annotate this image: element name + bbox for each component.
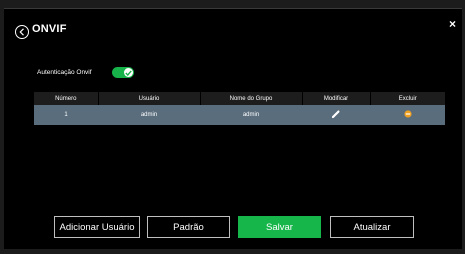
- save-button[interactable]: Salvar: [238, 216, 321, 238]
- add-user-button[interactable]: Adicionar Usuário: [54, 216, 140, 238]
- cell-modify: [302, 105, 370, 125]
- chevron-left-icon: [19, 28, 24, 36]
- default-button[interactable]: Padrão: [147, 216, 230, 238]
- cell-number: 1: [34, 105, 98, 125]
- table-row[interactable]: 1 admin admin: [34, 105, 445, 125]
- col-header-user: Usuário: [98, 92, 201, 105]
- toggle-knob: [124, 68, 133, 77]
- page-title: ONVIF: [32, 23, 67, 35]
- pencil-icon[interactable]: [331, 109, 341, 119]
- minus-circle-icon[interactable]: [403, 110, 412, 118]
- onvif-dialog: × ONVIF Autenticação Onvif Número Usuári…: [4, 8, 462, 249]
- col-header-modify: Modificar: [302, 92, 371, 105]
- auth-onvif-toggle[interactable]: [112, 67, 134, 78]
- cell-group: admin: [200, 105, 302, 125]
- close-icon[interactable]: ×: [449, 18, 456, 30]
- users-table: Número Usuário Nome do Grupo Modificar E…: [34, 92, 445, 125]
- refresh-button[interactable]: Atualizar: [330, 216, 414, 238]
- check-icon: [125, 69, 132, 76]
- col-header-delete: Excluir: [370, 92, 445, 105]
- cell-delete: [370, 105, 445, 125]
- col-header-group: Nome do Grupo: [200, 92, 303, 105]
- col-header-number: Número: [34, 92, 99, 105]
- back-icon[interactable]: [15, 25, 29, 39]
- auth-onvif-label: Autenticação Onvif: [37, 69, 92, 76]
- table-header-row: Número Usuário Nome do Grupo Modificar E…: [34, 92, 445, 105]
- cell-user: admin: [98, 105, 200, 125]
